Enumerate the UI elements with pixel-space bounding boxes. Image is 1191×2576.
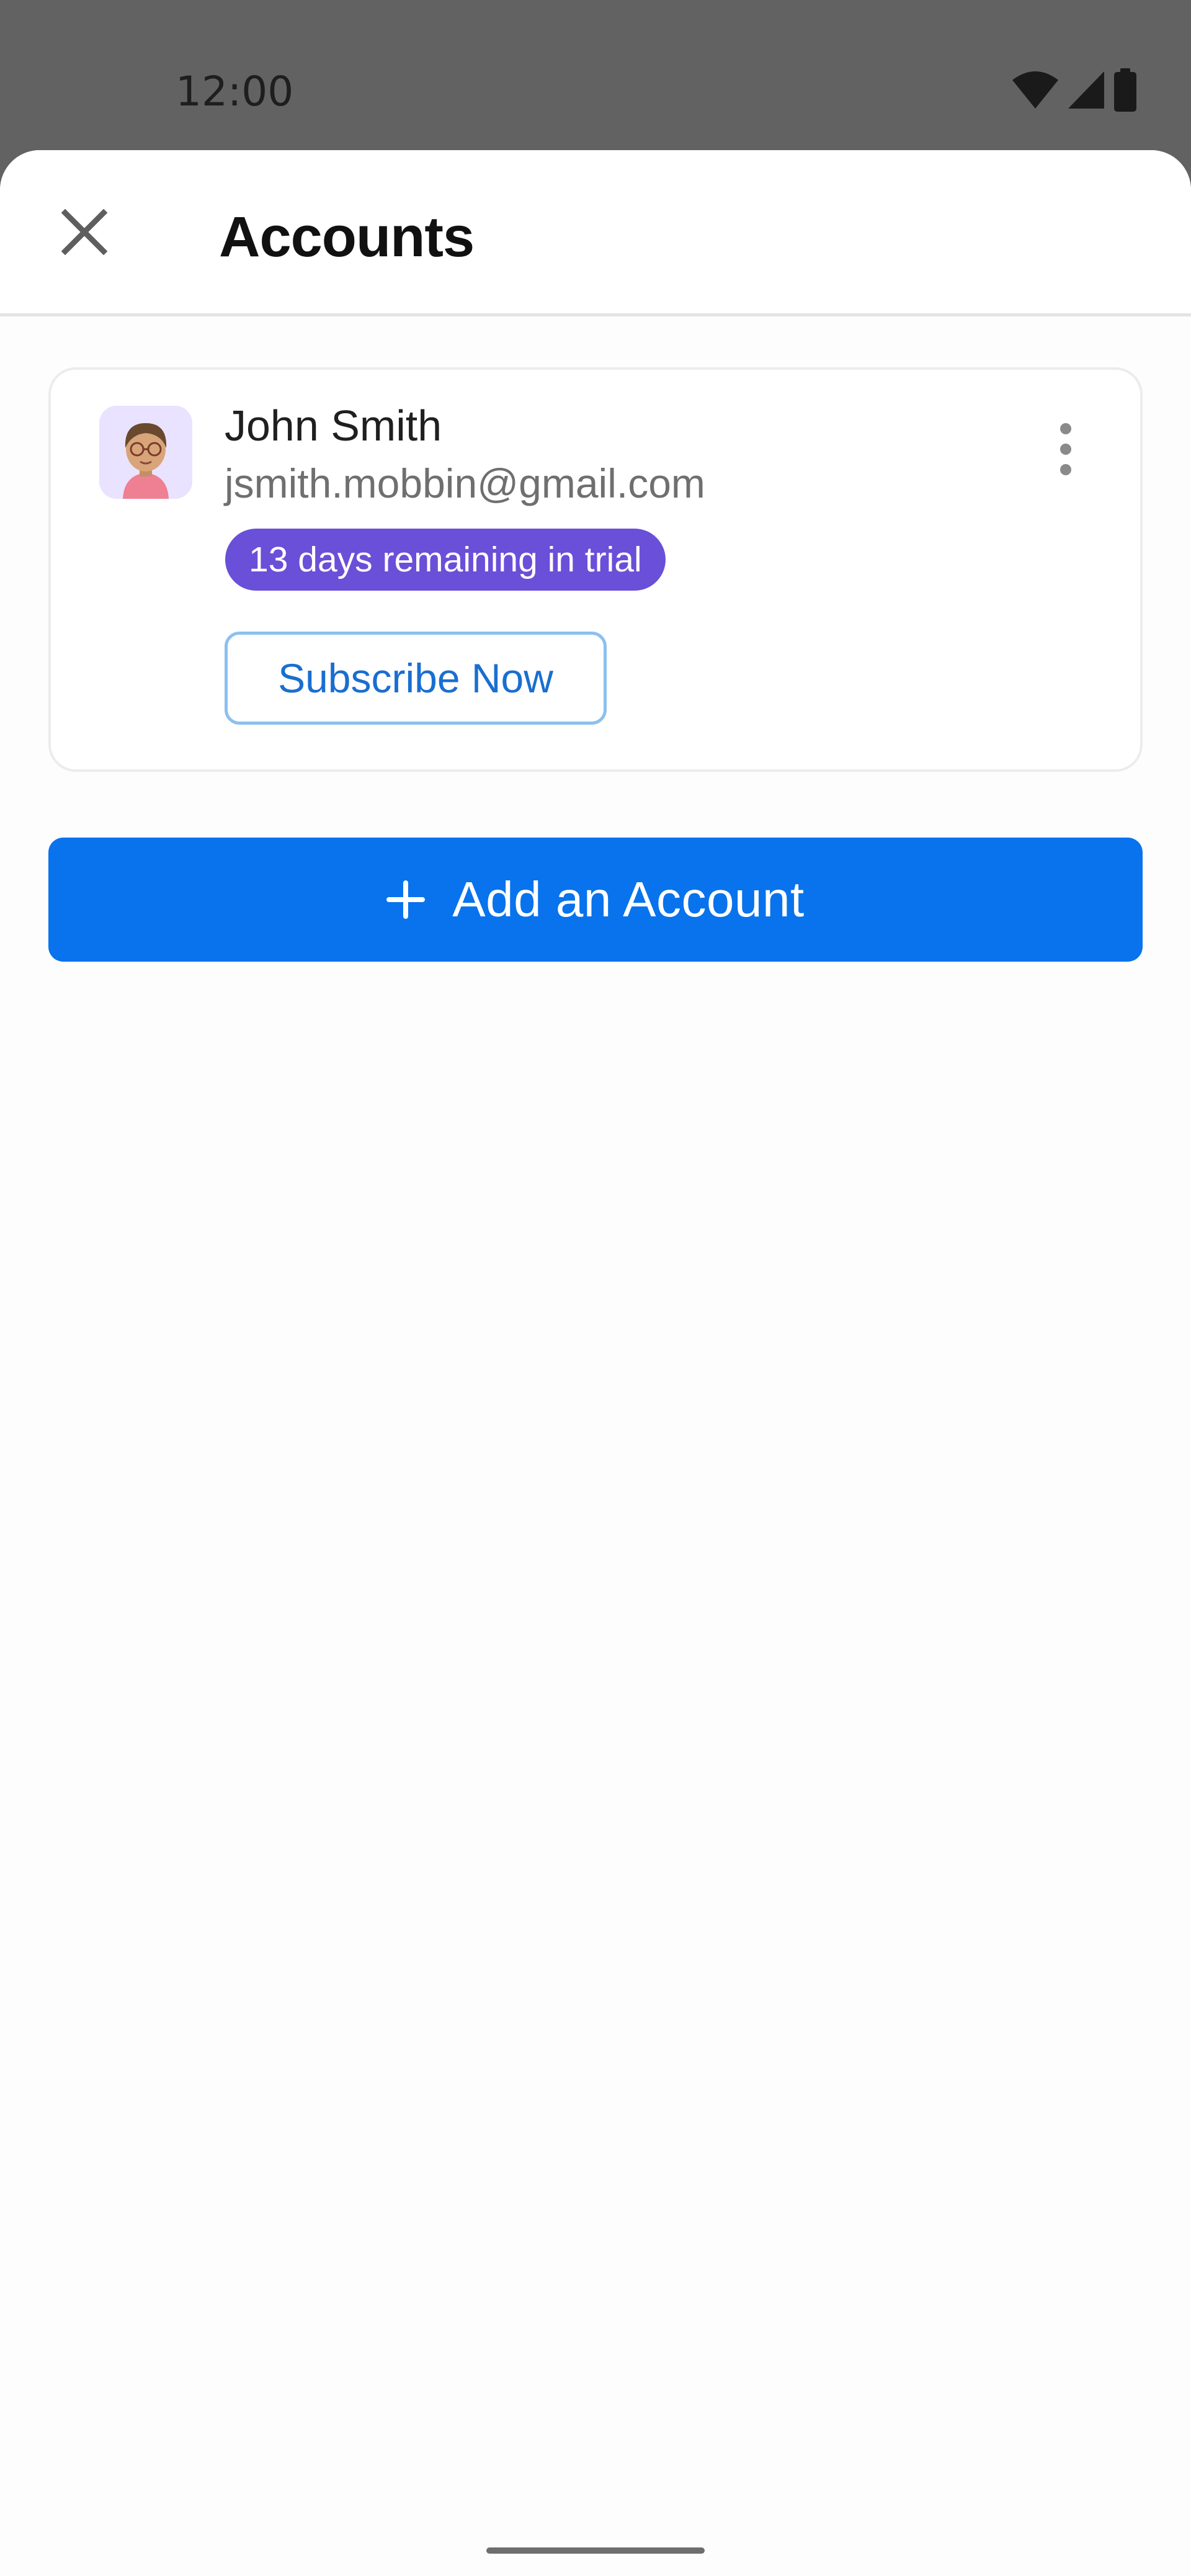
account-name: John Smith (225, 401, 442, 450)
account-email: jsmith.mobbin@gmail.com (225, 460, 705, 506)
account-card[interactable]: John Smith jsmith.mobbin@gmail.com 13 da… (48, 367, 1143, 772)
subscribe-now-button[interactable]: Subscribe Now (225, 632, 607, 725)
add-account-label: Add an Account (452, 872, 805, 927)
avatar (99, 406, 192, 499)
signal-icon (1068, 71, 1104, 109)
plus-icon (386, 880, 426, 919)
page-title: Accounts (219, 205, 475, 269)
sheet-header: Accounts (0, 150, 1191, 316)
home-indicator[interactable] (486, 2547, 705, 2554)
close-icon (61, 209, 107, 255)
battery-icon (1114, 68, 1136, 112)
status-time: 12:00 (176, 68, 294, 115)
more-vertical-icon (1060, 423, 1071, 475)
status-icons (1011, 67, 1138, 113)
status-bar: 12:00 (0, 0, 1191, 150)
add-account-button[interactable]: Add an Account (48, 838, 1143, 962)
accounts-sheet: Accounts John Smith jsmith.mobbin@gmail.… (0, 150, 1191, 2576)
account-more-options-button[interactable] (1035, 406, 1097, 493)
trial-status-badge: 13 days remaining in trial (225, 529, 666, 591)
wifi-icon (1012, 71, 1058, 109)
close-button[interactable] (41, 189, 128, 275)
